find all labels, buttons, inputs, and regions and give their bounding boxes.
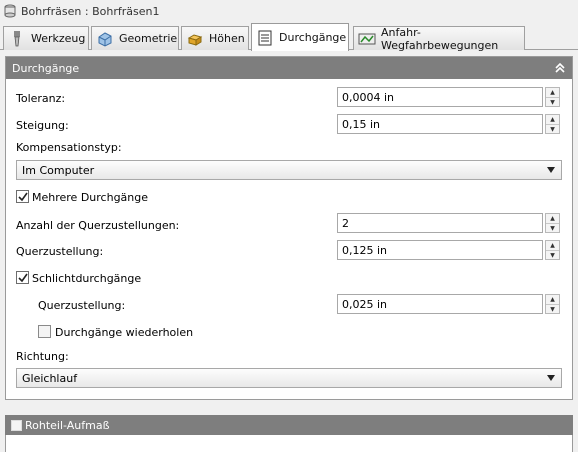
chevron-down-icon <box>547 167 555 173</box>
passes-icon <box>256 30 274 46</box>
window-titlebar: Bohrfräsen : Bohrfräsen1 <box>0 0 578 22</box>
richtung-select[interactable]: Gleichlauf <box>16 368 562 388</box>
tab-label: Werkzeug <box>31 32 86 45</box>
toleranz-label: Toleranz: <box>16 92 66 105</box>
rohteil-aufmass-checkbox[interactable] <box>11 419 22 431</box>
checkmark-icon <box>17 273 28 282</box>
querzustellung-input[interactable]: 0,125 in <box>337 240 543 260</box>
richtung-label: Richtung: <box>16 350 69 363</box>
schlicht-querzustellung-spinner[interactable]: ▲ ▼ <box>545 294 560 314</box>
toleranz-spinner[interactable]: ▲ ▼ <box>545 87 560 107</box>
kompensationstyp-select[interactable]: Im Computer <box>16 160 562 180</box>
mehrere-durchgaenge-checkbox[interactable] <box>16 190 29 203</box>
spin-up-icon[interactable]: ▲ <box>546 295 559 304</box>
panel-title: Durchgänge <box>12 61 80 75</box>
collapse-icon[interactable] <box>554 62 566 74</box>
tab-geometrie[interactable]: Geometrie <box>91 26 179 50</box>
steigung-label: Steigung: <box>16 119 69 132</box>
spin-up-icon[interactable]: ▲ <box>546 241 559 250</box>
rohteil-aufmass-header[interactable]: Rohteil-Aufmaß <box>5 415 573 435</box>
richtung-value: Gleichlauf <box>22 371 78 385</box>
mehrere-durchgaenge-label: Mehrere Durchgänge <box>32 191 149 204</box>
steigung-input[interactable]: 0,15 in <box>337 114 543 134</box>
geometry-icon <box>96 31 114 47</box>
linking-icon <box>358 31 376 47</box>
spin-up-icon[interactable]: ▲ <box>546 115 559 124</box>
bore-operation-icon <box>4 4 16 18</box>
steigung-spinner[interactable]: ▲ ▼ <box>545 114 560 134</box>
rohteil-aufmass-body <box>5 435 573 452</box>
anzahl-querzustellungen-input[interactable]: 2 <box>337 213 543 233</box>
tab-hoehen[interactable]: Höhen <box>181 26 249 50</box>
kompensationstyp-value: Im Computer <box>22 163 95 177</box>
window-title: Bohrfräsen : Bohrfräsen1 <box>21 4 160 18</box>
chevron-down-icon <box>547 375 555 381</box>
spin-down-icon[interactable]: ▼ <box>546 250 559 259</box>
panel-header[interactable]: Durchgänge <box>6 57 572 79</box>
schlichtdurchgaenge-checkbox[interactable] <box>16 271 29 284</box>
tab-label: Durchgänge <box>279 31 347 44</box>
tab-bar: Werkzeug Geometrie Höhen Durchgänge Anfa… <box>0 22 578 52</box>
schlichtdurchgaenge-label: Schlichtdurchgänge <box>32 272 142 285</box>
spin-down-icon[interactable]: ▼ <box>546 223 559 232</box>
tab-label: Höhen <box>209 32 245 45</box>
anzahl-querzustellungen-label: Anzahl der Querzustellungen: <box>16 219 180 232</box>
tool-icon <box>8 30 26 47</box>
anzahl-spinner[interactable]: ▲ ▼ <box>545 213 560 233</box>
schlicht-querzustellung-input[interactable]: 0,025 in <box>337 294 543 314</box>
tab-anfahr-wegfahrbewegungen[interactable]: Anfahr-Wegfahrbewegungen <box>353 25 525 52</box>
durchgaenge-wiederholen-label: Durchgänge wiederholen <box>55 326 194 339</box>
querzustellung-spinner[interactable]: ▲ ▼ <box>545 240 560 260</box>
heights-icon <box>186 31 204 47</box>
kompensationstyp-label: Kompensationstyp: <box>16 141 122 154</box>
spin-down-icon[interactable]: ▼ <box>546 124 559 133</box>
toleranz-input[interactable]: 0,0004 in <box>337 87 543 107</box>
spin-down-icon[interactable]: ▼ <box>546 97 559 106</box>
rohteil-aufmass-title: Rohteil-Aufmaß <box>25 418 110 432</box>
spin-up-icon[interactable]: ▲ <box>546 214 559 223</box>
tab-werkzeug[interactable]: Werkzeug <box>3 26 89 50</box>
spin-down-icon[interactable]: ▼ <box>546 304 559 313</box>
tab-durchgaenge[interactable]: Durchgänge <box>251 23 349 51</box>
durchgaenge-wiederholen-checkbox[interactable] <box>38 325 51 338</box>
spin-up-icon[interactable]: ▲ <box>546 88 559 97</box>
tab-label: Anfahr-Wegfahrbewegungen <box>381 25 499 52</box>
tab-label: Geometrie <box>119 32 178 45</box>
querzustellung-label: Querzustellung: <box>16 245 104 258</box>
schlicht-querzustellung-label: Querzustellung: <box>38 299 126 312</box>
checkmark-icon <box>17 192 28 201</box>
